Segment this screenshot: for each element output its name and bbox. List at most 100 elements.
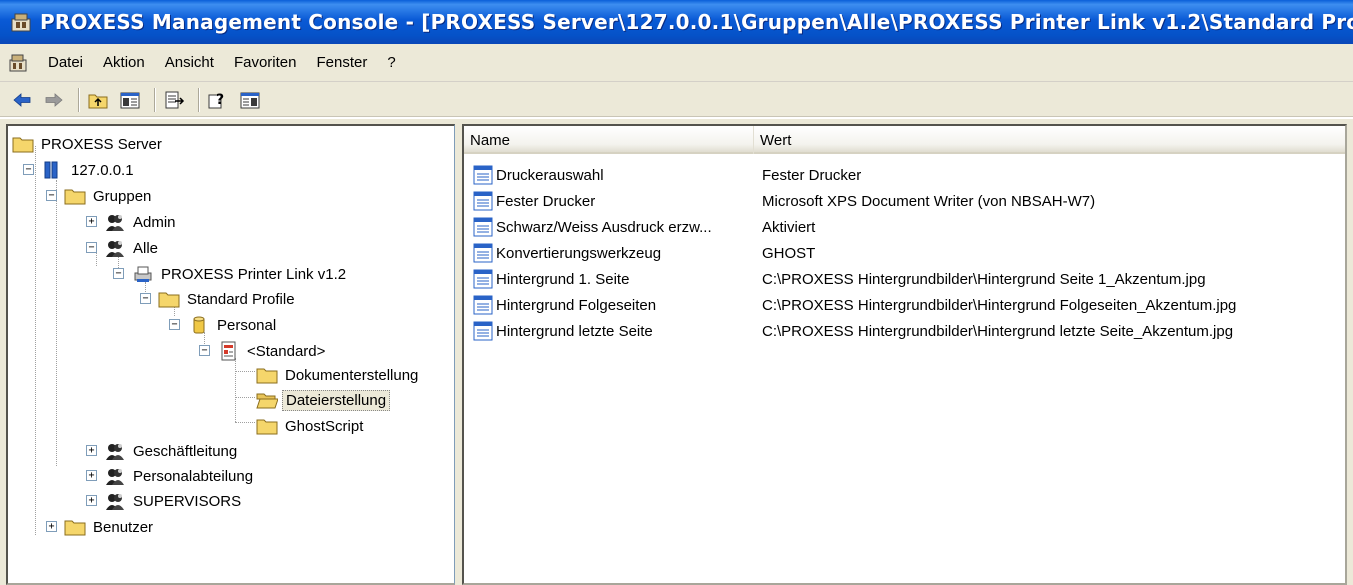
list-row[interactable]: Fester Drucker Microsoft XPS Document Wr…	[464, 188, 1345, 214]
tree-label: Personalabteilung	[133, 467, 254, 485]
toolbar-separator	[78, 88, 80, 112]
tree-node-printer-link[interactable]: PROXESS Printer Link v1.2	[132, 262, 349, 286]
expand-icon[interactable]: +	[86, 470, 97, 481]
show-hide-action-pane-icon	[240, 92, 260, 109]
tree-node-ghostscript[interactable]: GhostScript	[256, 414, 366, 438]
collapse-icon[interactable]: −	[169, 319, 180, 330]
list-cell-name: Druckerauswahl	[464, 165, 754, 185]
details-pane[interactable]: Name Wert Druckerauswahl Fester Drucker …	[462, 124, 1347, 585]
folder-icon	[158, 292, 180, 308]
tree-node-geschaeftleitung[interactable]: Geschäftleitung	[104, 439, 240, 463]
tree-node-gruppen[interactable]: Gruppen	[64, 184, 154, 208]
tree-label: PROXESS Printer Link v1.2	[161, 265, 347, 283]
property-value: Fester Drucker	[762, 166, 862, 184]
property-name: Hintergrund 1. Seite	[496, 270, 630, 288]
export-list-button[interactable]	[162, 88, 186, 112]
tree-connector	[35, 146, 36, 535]
list-row[interactable]: Druckerauswahl Fester Drucker	[464, 162, 1345, 188]
printer-icon	[134, 266, 152, 282]
tree-connector	[235, 422, 255, 423]
show-hide-tree-button[interactable]	[118, 88, 142, 112]
console-frame: PROXESS Server − 127.0.0.1 − Gruppen + A…	[6, 124, 1347, 585]
tree-node-standard[interactable]: <Standard>	[218, 339, 328, 363]
folder-icon	[256, 368, 278, 384]
property-name: Konvertierungswerkzeug	[496, 244, 662, 262]
mmc-console-icon	[11, 13, 31, 32]
menu-ansicht[interactable]: Ansicht	[155, 54, 224, 71]
up-folder-icon	[88, 94, 108, 109]
back-button[interactable]	[10, 88, 34, 112]
property-icon	[473, 191, 493, 211]
tree-connector	[56, 180, 57, 466]
tree-connector	[235, 397, 255, 398]
expand-icon[interactable]: +	[46, 521, 57, 532]
tree-node-alle[interactable]: Alle	[104, 236, 161, 260]
profile-document-icon	[221, 341, 236, 361]
collapse-icon[interactable]: −	[113, 268, 124, 279]
property-name: Fester Drucker	[496, 192, 596, 210]
list-row[interactable]: Hintergrund 1. Seite C:\PROXESS Hintergr…	[464, 266, 1345, 292]
column-header-wert[interactable]: Wert	[754, 126, 1345, 154]
collapse-icon[interactable]: −	[140, 293, 151, 304]
menu-favoriten[interactable]: Favoriten	[224, 54, 307, 71]
property-value: C:\PROXESS Hintergrundbilder\Hintergrund…	[762, 270, 1206, 288]
tree-label: Geschäftleitung	[133, 442, 238, 460]
help-button[interactable]: ?	[206, 88, 230, 112]
property-name: Hintergrund letzte Seite	[496, 322, 653, 340]
tree-node-dokumenterstellung[interactable]: Dokumenterstellung	[256, 363, 421, 387]
window-title-bar[interactable]: PROXESS Management Console - [PROXESS Se…	[0, 0, 1353, 44]
toolbar-separator	[198, 88, 200, 112]
column-header-name[interactable]: Name	[464, 126, 754, 154]
list-row[interactable]: Hintergrund letzte Seite C:\PROXESS Hint…	[464, 318, 1345, 344]
property-value: C:\PROXESS Hintergrundbilder\Hintergrund…	[762, 296, 1237, 314]
menu-fenster[interactable]: Fenster	[306, 54, 377, 71]
tree-node-admin[interactable]: Admin	[104, 210, 179, 234]
tree-node-proxess-server[interactable]: PROXESS Server	[12, 132, 165, 156]
tree-node-server[interactable]: 127.0.0.1	[42, 158, 137, 182]
tree-node-personalabteilung[interactable]: Personalabteilung	[104, 464, 256, 488]
tree-pane[interactable]: PROXESS Server − 127.0.0.1 − Gruppen + A…	[6, 124, 455, 585]
list-row[interactable]: Konvertierungswerkzeug GHOST	[464, 240, 1345, 266]
tree-node-standard-profile[interactable]: Standard Profile	[158, 287, 298, 311]
tree-connector	[235, 358, 236, 422]
user-group-icon	[106, 444, 124, 460]
folder-icon	[64, 520, 86, 536]
property-value: GHOST	[762, 244, 816, 262]
list-row[interactable]: Hintergrund Folgeseiten C:\PROXESS Hinte…	[464, 292, 1345, 318]
property-name: Schwarz/Weiss Ausdruck erzw...	[496, 218, 712, 236]
list-cell-name: Hintergrund 1. Seite	[464, 269, 754, 289]
console-menu-icon[interactable]	[8, 53, 28, 73]
expand-icon[interactable]: +	[86, 445, 97, 456]
collapse-icon[interactable]: −	[46, 190, 57, 201]
tree-label: Standard Profile	[187, 290, 295, 308]
tree-label: <Standard>	[247, 342, 326, 360]
tree-label: SUPERVISORS	[133, 492, 242, 510]
property-value: Aktiviert	[762, 218, 816, 236]
forward-button[interactable]	[42, 88, 66, 112]
tree-label: 127.0.0.1	[71, 161, 134, 179]
tree-label: Alle	[133, 239, 159, 257]
up-one-level-button[interactable]	[86, 88, 110, 112]
tree-node-supervisors[interactable]: SUPERVISORS	[104, 489, 244, 513]
tree-node-benutzer[interactable]: Benutzer	[64, 515, 156, 539]
collapse-icon[interactable]: −	[86, 242, 97, 253]
tree-node-dateierstellung[interactable]: Dateierstellung	[256, 388, 391, 412]
list-row[interactable]: Schwarz/Weiss Ausdruck erzw... Aktiviert	[464, 214, 1345, 240]
folder-icon	[256, 419, 278, 435]
open-folder-icon	[256, 393, 278, 409]
cylinder-icon	[193, 316, 205, 334]
collapse-icon[interactable]: −	[199, 345, 210, 356]
menu-datei[interactable]: Datei	[38, 54, 93, 71]
collapse-icon[interactable]: −	[23, 164, 34, 175]
menu-help[interactable]: ?	[377, 54, 405, 71]
tree-node-personal[interactable]: Personal	[188, 313, 279, 337]
show-hide-action-pane-button[interactable]	[238, 88, 262, 112]
expand-icon[interactable]: +	[86, 495, 97, 506]
tree-label: GhostScript	[285, 417, 364, 435]
menu-aktion[interactable]: Aktion	[93, 54, 155, 71]
toolbar-separator	[154, 88, 156, 112]
expand-icon[interactable]: +	[86, 216, 97, 227]
back-arrow-icon	[13, 93, 31, 107]
property-name: Druckerauswahl	[496, 166, 604, 184]
svg-text:?: ?	[216, 92, 224, 108]
